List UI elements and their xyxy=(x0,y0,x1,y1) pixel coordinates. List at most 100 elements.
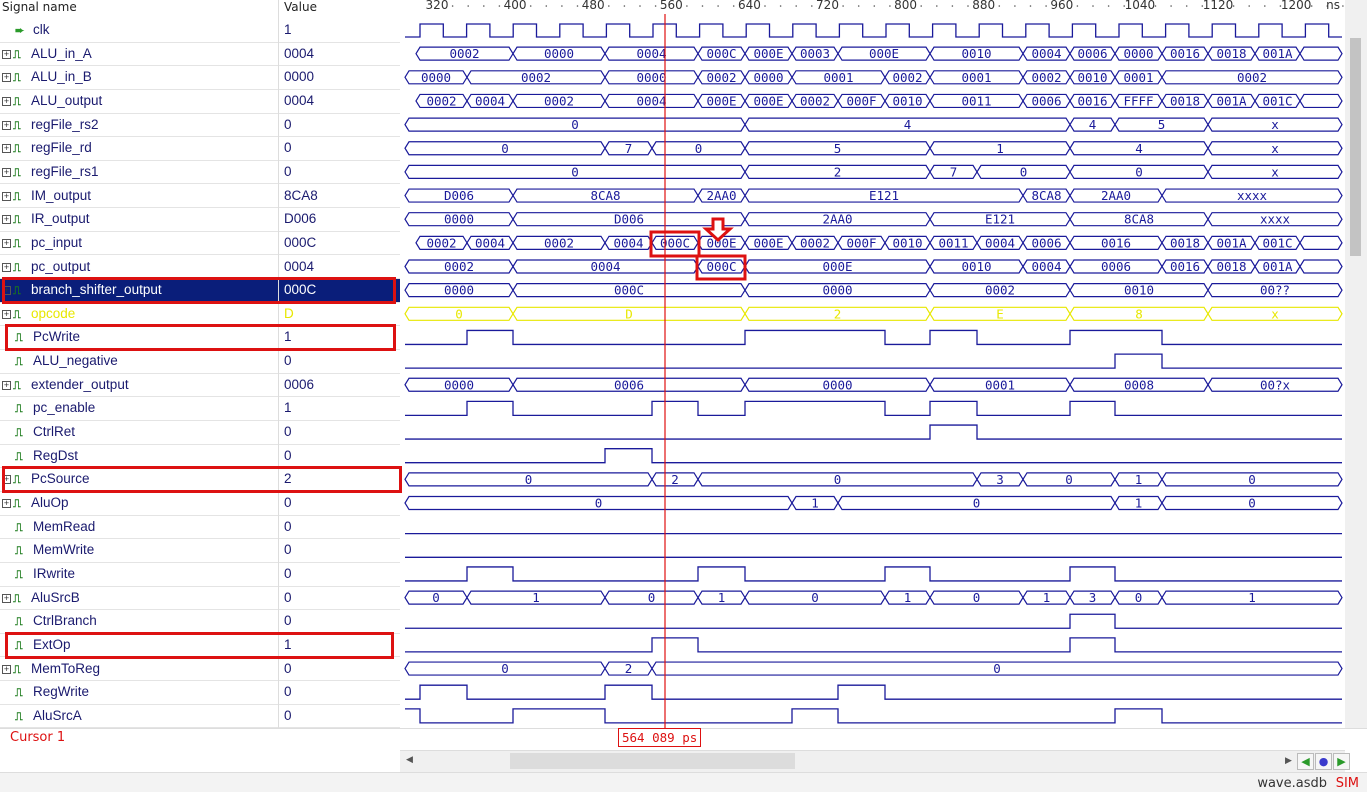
scroll-left-arrow-icon[interactable]: ◀ xyxy=(406,755,413,765)
waveform-file-name[interactable]: wave.asdb xyxy=(1257,776,1327,791)
expand-icon[interactable]: + xyxy=(2,499,11,508)
signal-row-RegDst[interactable]: ⎍ RegDst 0 xyxy=(0,445,400,469)
signal-row-IRwrite[interactable]: ⎍ IRwrite 0 xyxy=(0,563,400,587)
expand-icon[interactable]: + xyxy=(2,144,11,154)
signal-row-extender_output[interactable]: + ⎍ extender_output 0006 xyxy=(0,374,400,398)
tick-dot xyxy=(1154,5,1157,7)
signal-row-ALU_in_B[interactable]: + ⎍ ALU_in_B 0000 xyxy=(0,66,400,90)
signal-row-pc_input[interactable]: + ⎍ pc_input 000C xyxy=(0,232,400,256)
bus-value-extender_output: 0006 xyxy=(614,377,644,392)
waveform-icon: ⎍ xyxy=(13,498,21,510)
bus-value-regFile_rd: 5 xyxy=(834,141,842,156)
expand-icon[interactable]: + xyxy=(2,664,11,674)
signal-name: + ⎍ ALU_in_B xyxy=(2,69,92,85)
waveform-icon: ⎍ xyxy=(13,119,21,132)
signal-row-MemRead[interactable]: ⎍ MemRead 0 xyxy=(0,516,400,540)
bus-value-pc_output: 001A xyxy=(1262,259,1293,274)
waveform-icon: ⎍ xyxy=(13,166,21,179)
waveform-viewer[interactable]: 320 400 480 560 640 720 800 880 960 1040 1120 1200 n… xyxy=(400,0,1345,728)
bus-value-opcode: E xyxy=(996,306,1004,321)
cursor-time-readout[interactable]: 564 089 ps xyxy=(618,728,702,747)
signal-name: ⎍ pc_enable xyxy=(2,400,95,416)
signal-row-regFile_rd[interactable]: + ⎍ regFile_rd 0 xyxy=(0,137,400,161)
signal-row-MemWrite[interactable]: ⎍ MemWrite 0 xyxy=(0,539,400,563)
scroll-right-arrow-icon[interactable]: ▶ xyxy=(1285,756,1292,766)
cursor-center-icon[interactable]: ● xyxy=(1315,753,1332,770)
tick-dot xyxy=(467,5,470,7)
bus-value-AluSrcB: 3 xyxy=(1089,590,1097,605)
expand-icon[interactable]: + xyxy=(2,215,11,225)
bus-value-IM_output: 8CA8 xyxy=(1031,188,1061,203)
value-header[interactable]: Value xyxy=(284,0,317,14)
bus-value-regFile_rs1: 0 xyxy=(1020,164,1028,179)
bus-value-ALU_output: 0002 xyxy=(800,93,830,108)
signal-row-clk[interactable]: ➨ clk 1 xyxy=(0,19,400,43)
bus-value-IR_output: xxxx xyxy=(1260,212,1291,227)
signal-name-text: AluSrcA xyxy=(33,707,82,723)
waveform-icon: ⎍ xyxy=(13,95,21,108)
signal-row-ALU_in_A[interactable]: + ⎍ ALU_in_A 0004 xyxy=(0,43,400,67)
bus-value-AluSrcB: 0 xyxy=(432,590,440,605)
expand-icon[interactable]: + xyxy=(2,593,11,603)
bus-value-PcSource: 0 xyxy=(834,472,842,487)
tick-dot xyxy=(483,5,485,7)
signal-row-CtrlBranch[interactable]: ⎍ CtrlBranch 0 xyxy=(0,610,400,634)
signal-name-text: AluSrcB xyxy=(31,589,80,605)
expand-icon[interactable]: + xyxy=(2,49,11,59)
next-edge-icon[interactable]: ▶ xyxy=(1333,753,1350,770)
signal-row-AluSrcA[interactable]: ⎍ AluSrcA 0 xyxy=(0,705,400,729)
signal-name-header[interactable]: Signal name xyxy=(2,0,77,14)
signal-name: ⎍ CtrlRet xyxy=(2,424,75,440)
expand-icon[interactable]: + xyxy=(2,309,11,319)
expand-icon[interactable]: + xyxy=(2,167,11,177)
signal-row-AluSrcB[interactable]: + ⎍ AluSrcB 0 xyxy=(0,587,400,611)
CtrlRet-waveform xyxy=(405,424,1342,440)
bus-value-IM_output: 2AA0 xyxy=(706,188,736,203)
signal-row-pc_enable[interactable]: ⎍ pc_enable 1 xyxy=(0,397,400,421)
bus-value-AluOp: 0 xyxy=(595,496,603,511)
bus-value-regFile_rd: 7 xyxy=(625,141,633,156)
bus-value-opcode: 8 xyxy=(1135,306,1143,321)
expand-icon[interactable]: + xyxy=(2,73,11,83)
expand-icon[interactable]: + xyxy=(2,238,11,248)
signal-row-ALU_output[interactable]: + ⎍ ALU_output 0004 xyxy=(0,90,400,114)
vertical-scroll-thumb[interactable] xyxy=(1350,38,1361,256)
signal-row-regFile_rs2[interactable]: + ⎍ regFile_rs2 0 xyxy=(0,114,400,138)
prev-edge-icon[interactable]: ◀ xyxy=(1297,753,1314,770)
signal-row-IR_output[interactable]: + ⎍ IR_output D006 xyxy=(0,208,400,232)
bus-value-MemToReg: 0 xyxy=(501,661,509,676)
expand-icon[interactable]: + xyxy=(2,262,11,272)
bus-value-ALU_in_B: 0000 xyxy=(421,70,451,85)
expand-icon[interactable]: + xyxy=(2,96,11,106)
bus-value-pc_output: 0002 xyxy=(444,259,474,274)
expand-icon[interactable]: + xyxy=(2,120,11,130)
signal-row-RegWrite[interactable]: ⎍ RegWrite 0 xyxy=(0,681,400,705)
signal-row-AluOp[interactable]: + ⎍ AluOp 0 xyxy=(0,492,400,516)
signal-row-CtrlRet[interactable]: ⎍ CtrlRet 0 xyxy=(0,421,400,445)
bus-value-pc_input: 0018 xyxy=(1170,235,1200,250)
bus-value-ALU_in_B: 0002 xyxy=(892,70,922,85)
tick-dot xyxy=(654,5,657,7)
signal-row-MemToReg[interactable]: + ⎍ MemToReg 0 xyxy=(0,658,400,682)
tick-dot xyxy=(936,5,938,7)
bus-value-pc_output: 0010 xyxy=(961,259,991,274)
bus-value-ALU_output: 001A xyxy=(1216,93,1247,108)
signal-row-opcode[interactable]: + ⎍ opcode D xyxy=(0,303,400,327)
bus-value-pc_output: 0004 xyxy=(590,259,620,274)
signal-row-regFile_rs1[interactable]: + ⎍ regFile_rs1 0 xyxy=(0,161,400,185)
expand-icon[interactable]: + xyxy=(2,380,11,390)
bus-value-AluOp: 0 xyxy=(973,496,981,511)
waveform-icon: ⎍ xyxy=(13,143,21,156)
horizontal-scroll-thumb[interactable] xyxy=(510,753,795,769)
signal-name: + ⎍ ALU_in_A xyxy=(2,46,92,62)
bus-value-branch_shifter_output: 0000 xyxy=(822,283,852,298)
signal-row-IM_output[interactable]: + ⎍ IM_output 8CA8 xyxy=(0,185,400,209)
expand-icon[interactable]: + xyxy=(2,191,11,201)
bus-segment-ALU_output xyxy=(1299,93,1343,109)
bus-value-ALU_in_A: 0003 xyxy=(800,46,830,61)
signal-row-pc_output[interactable]: + ⎍ pc_output 0004 xyxy=(0,256,400,280)
bus-value-ALU_output: 0011 xyxy=(961,93,991,108)
signal-row-ALU_negative[interactable]: ⎍ ALU_negative 0 xyxy=(0,350,400,374)
waveform-icon: ⎍ xyxy=(13,48,21,61)
signal-name: ⎍ CtrlBranch xyxy=(2,613,97,629)
